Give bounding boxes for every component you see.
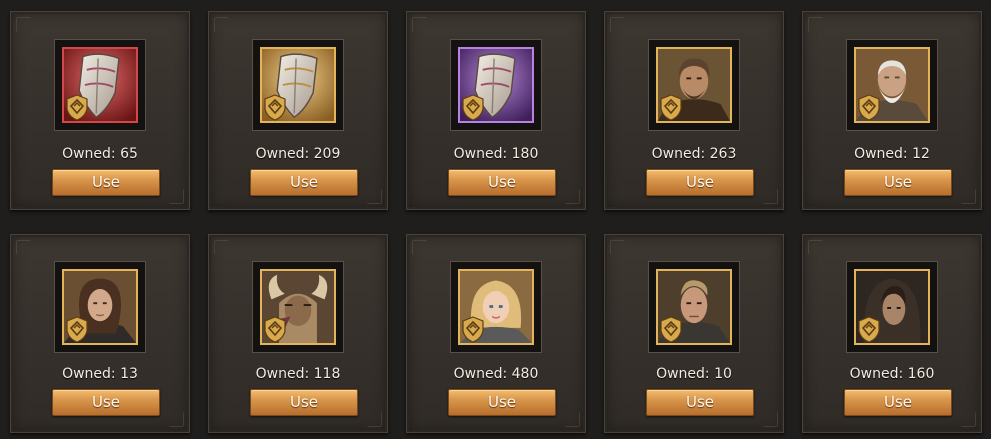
shield-rank-icon [264,316,286,343]
item-card-hero-blonde-girl: Owned: 480 Use [406,234,586,433]
use-button[interactable]: Use [250,389,358,416]
owned-count: Owned: 160 [849,366,935,382]
shield-rank-icon [660,316,682,343]
shield-rank-icon [66,94,88,121]
item-frame[interactable] [252,261,344,353]
owned-count: Owned: 13 [62,366,138,382]
item-card-gold-shield: Owned: 209 Use [208,11,388,210]
shield-rank-icon [858,94,880,121]
use-button[interactable]: Use [52,169,160,196]
item-frame[interactable] [54,39,146,131]
item-grid-row-2: Owned: 13 Use Owned: 118 Use Owned: 480 … [10,234,982,433]
item-card-hero-scarred-warrior: Owned: 10 Use [604,234,784,433]
owned-count: Owned: 118 [255,366,341,382]
item-card-hero-hooded-youth: Owned: 160 Use [802,234,982,433]
shield-rank-icon [858,316,880,343]
item-frame[interactable] [450,261,542,353]
item-grid: Owned: 65 Use Owned: 209 Use Owned: 180 … [10,11,982,210]
item-frame[interactable] [846,261,938,353]
item-frame[interactable] [252,39,344,131]
use-button[interactable]: Use [646,169,754,196]
item-card-red-shield: Owned: 65 Use [10,11,190,210]
use-button[interactable]: Use [646,389,754,416]
use-button[interactable]: Use [52,389,160,416]
owned-count: Owned: 180 [453,146,539,162]
item-card-hero-old-sage: Owned: 12 Use [802,11,982,210]
item-frame[interactable] [450,39,542,131]
shield-rank-icon [66,316,88,343]
use-button[interactable]: Use [844,389,952,416]
item-card-purple-shield: Owned: 180 Use [406,11,586,210]
shield-rank-icon [660,94,682,121]
item-frame[interactable] [54,261,146,353]
owned-count: Owned: 12 [854,146,930,162]
shield-rank-icon [462,94,484,121]
use-button[interactable]: Use [250,169,358,196]
item-card-hero-bearded-man: Owned: 263 Use [604,11,784,210]
owned-count: Owned: 263 [651,146,737,162]
shield-rank-icon [264,94,286,121]
shield-rank-icon [462,316,484,343]
owned-count: Owned: 209 [255,146,341,162]
use-button[interactable]: Use [448,169,556,196]
item-frame[interactable] [648,39,740,131]
item-card-hero-woman: Owned: 13 Use [10,234,190,433]
owned-count: Owned: 10 [656,366,732,382]
use-button[interactable]: Use [844,169,952,196]
owned-count: Owned: 65 [62,146,138,162]
item-card-hero-horned-beast: Owned: 118 Use [208,234,388,433]
owned-count: Owned: 480 [453,366,539,382]
use-button[interactable]: Use [448,389,556,416]
item-frame[interactable] [846,39,938,131]
item-frame[interactable] [648,261,740,353]
